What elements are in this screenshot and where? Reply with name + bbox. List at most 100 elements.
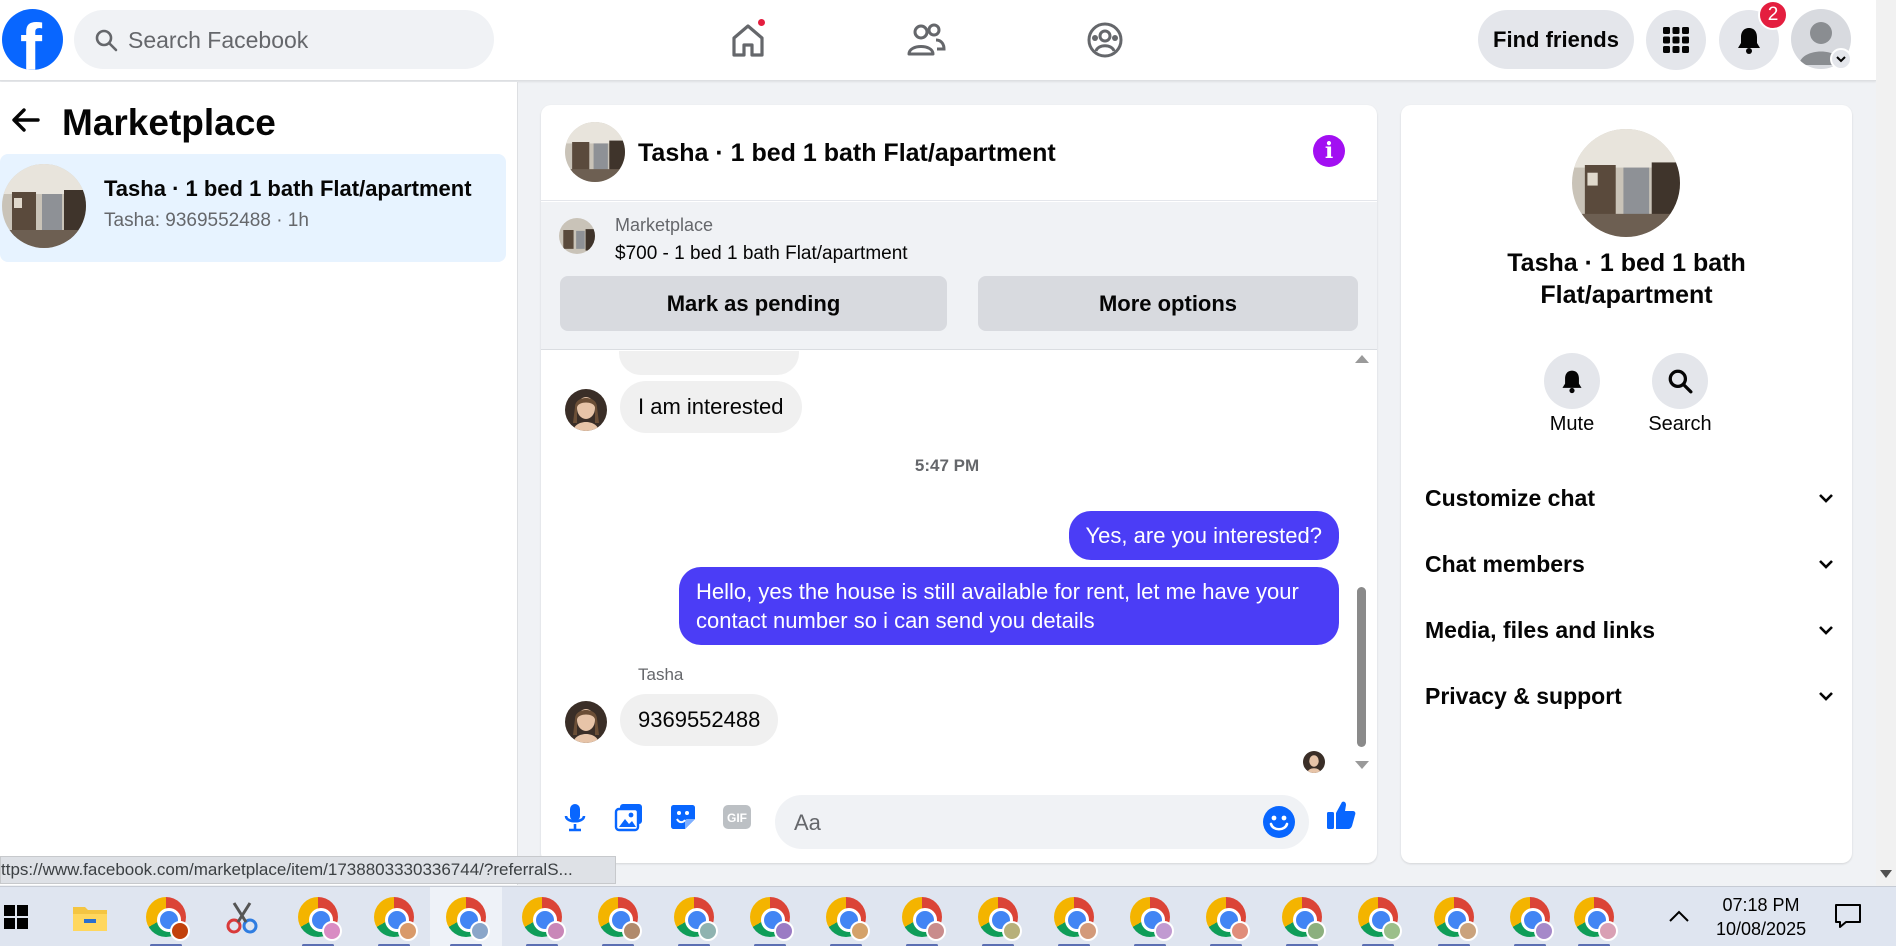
outgoing-message: Yes, are you interested? [1068,511,1339,560]
scroll-thumb[interactable] [1357,587,1366,747]
media-files-links-row[interactable]: Media, files and links [1425,610,1835,650]
taskbar-chrome-window[interactable] [738,887,802,946]
clock-date: 10/08/2025 [1716,919,1807,939]
taskbar-chrome-window[interactable] [586,887,650,946]
back-arrow-icon[interactable] [10,104,42,136]
taskbar-chrome-window[interactable] [814,887,878,946]
conversation-details-panel: Tasha · 1 bed 1 bath Flat/apartment Mute… [1401,105,1852,863]
taskbar-chrome-window[interactable] [362,887,426,946]
menu-button[interactable] [1646,10,1706,70]
marketplace-listing-bar: Marketplace $700 - 1 bed 1 bath Flat/apa… [541,202,1377,350]
taskbar-chrome-window[interactable] [134,887,198,946]
chrome-icon [598,897,642,941]
taskbar-snipping-tool[interactable] [210,887,274,946]
friends-icon [907,23,946,56]
listing-price-title[interactable]: $700 - 1 bed 1 bath Flat/apartment [615,243,908,265]
listing-thumbnail [2,164,86,248]
home-nav-button[interactable] [723,15,773,65]
gif-button[interactable]: GIF [721,801,753,833]
taskbar-chrome-window[interactable] [1194,887,1258,946]
chrome-icon [146,897,190,941]
sender-avatar[interactable] [565,701,607,743]
account-menu-chevron[interactable] [1830,48,1852,70]
message-scrollbar[interactable] [1353,351,1369,776]
thumbs-up-icon [1327,801,1356,829]
taskbar-chrome-window[interactable] [1346,887,1410,946]
top-navigation-bar: f Search Facebook Find friends 2 [0,0,1876,81]
page-scroll-down-arrow[interactable] [1880,870,1892,878]
taskbar-chrome-window[interactable] [1270,887,1334,946]
row-label: Privacy & support [1425,682,1622,709]
attach-photo-button[interactable] [613,801,645,833]
search-placeholder: Search Facebook [128,27,309,53]
emoji-icon[interactable] [1263,806,1295,838]
chrome-icon [1130,897,1174,941]
voice-clip-button[interactable] [559,801,591,833]
taskbar-chrome-window[interactable] [1118,887,1182,946]
row-label: Customize chat [1425,484,1595,511]
friends-nav-button[interactable] [901,15,951,65]
windows-logo-icon [4,905,28,929]
groups-nav-button[interactable] [1080,15,1130,65]
search-icon [1668,369,1693,394]
listing-profile-image [1572,129,1680,237]
chat-header-title[interactable]: Tasha · 1 bed 1 bath Flat/apartment [638,139,1056,168]
sidebar-title: Marketplace [62,102,276,143]
conversation-list-item[interactable]: Tasha · 1 bed 1 bath Flat/apartment Tash… [0,154,506,262]
search-conversation-button[interactable] [1652,353,1708,409]
show-hidden-icons-chevron-icon[interactable] [1668,909,1690,923]
chat-members-row[interactable]: Chat members [1425,544,1835,584]
chat-header-thumbnail[interactable] [565,122,625,182]
taskbar-chrome-window[interactable] [510,887,574,946]
incoming-message: 9369552488 [620,694,779,746]
sticker-button[interactable] [667,801,699,833]
chrome-icon [902,897,946,941]
row-label: Chat members [1425,550,1585,577]
customize-chat-row[interactable]: Customize chat [1425,478,1835,518]
page-scrollbar[interactable] [1876,0,1896,886]
taskbar-chrome-window[interactable] [1498,887,1562,946]
listing-small-thumbnail [559,218,595,254]
taskbar-file-explorer[interactable] [58,887,122,946]
taskbar-chrome-window[interactable] [662,887,726,946]
action-center-icon[interactable] [1834,903,1862,929]
message-input[interactable]: Aa [775,795,1309,849]
mute-button[interactable] [1544,353,1600,409]
groups-icon [1087,22,1123,58]
info-icon[interactable]: i [1313,135,1345,167]
taskbar-chrome-window[interactable] [1562,887,1626,946]
search-input[interactable]: Search Facebook [74,10,494,69]
windows-taskbar: 07:18 PM 10/08/2025 [0,886,1896,946]
taskbar-chrome-window[interactable] [890,887,954,946]
seen-receipt-avatar [1303,751,1325,773]
row-label: Media, files and links [1425,616,1656,643]
more-options-button[interactable]: More options [978,276,1358,331]
taskbar-clock[interactable]: 07:18 PM 10/08/2025 [1716,893,1806,941]
chrome-icon [1054,897,1098,941]
sender-avatar[interactable] [565,389,607,431]
find-friends-button[interactable]: Find friends [1478,10,1634,69]
scroll-up-arrow[interactable] [1355,355,1369,363]
marketplace-label: Marketplace [615,215,714,235]
message-bubble-partial [619,351,799,375]
facebook-logo[interactable]: f [2,9,63,70]
bell-icon [1562,370,1582,394]
start-button[interactable] [0,887,32,946]
taskbar-chrome-window[interactable] [286,887,350,946]
chat-panel: Tasha · 1 bed 1 bath Flat/apartment i Ma… [541,105,1377,863]
taskbar-chrome-window[interactable] [966,887,1030,946]
like-button[interactable] [1325,799,1357,831]
mark-as-pending-button[interactable]: Mark as pending [560,276,947,331]
message-timestamp: 5:47 PM [914,456,980,475]
chevron-down-icon [1819,560,1833,569]
message-composer: GIF Aa [541,777,1377,863]
scroll-down-arrow[interactable] [1355,761,1369,769]
taskbar-chrome-window[interactable] [1042,887,1106,946]
notification-count-badge: 2 [1758,0,1788,30]
taskbar-chrome-window-active[interactable] [430,887,502,946]
privacy-support-row[interactable]: Privacy & support [1425,676,1835,716]
taskbar-chrome-window[interactable] [1422,887,1486,946]
scissors-icon [226,902,258,934]
mute-label: Mute [1549,413,1595,435]
chat-header: Tasha · 1 bed 1 bath Flat/apartment i [541,105,1377,201]
